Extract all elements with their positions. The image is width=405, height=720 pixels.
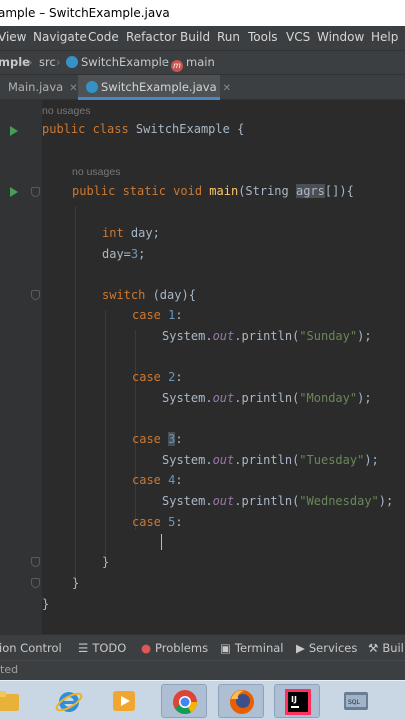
services-icon: ▶ — [296, 641, 305, 655]
breadcrumb-project[interactable]: mple — [0, 55, 30, 69]
firefox-icon — [230, 690, 254, 714]
code-line-println: System.out.println("Sunday"); — [162, 329, 372, 343]
menu-refactor[interactable]: Refactor — [126, 30, 176, 44]
intellij-icon: IJ — [285, 689, 311, 715]
hammer-icon: ⚒ — [368, 641, 379, 655]
close-icon[interactable]: ✕ — [223, 83, 231, 94]
menu-window[interactable]: Window — [317, 30, 364, 44]
text-cursor — [161, 534, 162, 550]
code-line-class: public class SwitchExample { — [42, 122, 245, 136]
status-text: ted — [0, 663, 19, 676]
svg-text:IJ: IJ — [291, 695, 297, 704]
tool-build[interactable]: ⚒ Buil — [368, 641, 404, 655]
code-line-brace: } — [72, 576, 80, 590]
code-line-case: case 5: — [132, 515, 183, 529]
tab-main-java[interactable]: Main.java ✕ — [0, 75, 78, 100]
fold-icon[interactable] — [31, 187, 40, 197]
class-icon — [86, 81, 98, 93]
code-line-println: System.out.println("Monday"); — [162, 391, 372, 405]
chrome-icon — [173, 690, 197, 715]
window-title: ample – SwitchExample.java — [0, 6, 170, 20]
chevron-right-icon: › — [161, 55, 166, 69]
run-icon[interactable] — [10, 126, 18, 136]
indent-guide — [135, 330, 136, 530]
code-line-println: System.out.println("Wednesday"); — [162, 494, 394, 508]
chevron-right-icon: › — [28, 55, 33, 69]
tool-window-bar: ion Control ☰ TODO ● Problems ▣ Terminal ▶ S… — [0, 634, 405, 660]
code-line-assign: day=3; — [102, 247, 146, 261]
menu-build[interactable]: Build — [180, 30, 210, 44]
method-icon: m — [171, 60, 183, 72]
run-icon[interactable] — [10, 187, 18, 197]
code-line-brace: } — [42, 597, 50, 611]
chevron-right-icon: › — [56, 55, 61, 69]
media-player-button[interactable] — [101, 684, 147, 718]
sql-icon: SQL — [344, 692, 368, 710]
code-line-switch: switch (day){ — [102, 288, 196, 302]
indent-guide — [75, 206, 76, 581]
sql-button[interactable]: SQL — [333, 684, 379, 718]
tool-version-control[interactable]: ion Control — [0, 641, 62, 655]
intellij-button[interactable]: IJ — [274, 684, 320, 718]
fold-icon[interactable] — [31, 557, 40, 567]
menu-navigate[interactable]: Navigate — [33, 30, 87, 44]
close-icon[interactable]: ✕ — [69, 83, 77, 94]
code-line-case: case 2: — [132, 370, 183, 384]
tool-todo[interactable]: ☰ TODO — [78, 641, 126, 655]
breadcrumb-src[interactable]: src — [39, 55, 56, 69]
usage-hint[interactable]: no usages — [72, 166, 120, 178]
internet-explorer-button[interactable] — [46, 684, 92, 718]
explorer-icon — [0, 691, 19, 711]
ie-icon — [55, 692, 83, 712]
breadcrumb-method[interactable]: m main — [171, 55, 215, 72]
firefox-button[interactable] — [218, 684, 264, 718]
code-line-case: case 1: — [132, 308, 183, 322]
code-line-case: case 4: — [132, 473, 183, 487]
code-line-main: public static void main(String agrs[]){ — [72, 184, 354, 198]
windows-taskbar: IJ SQL — [0, 680, 405, 720]
list-icon: ☰ — [78, 641, 89, 655]
indent-guide — [105, 310, 106, 560]
media-player-icon — [113, 691, 135, 711]
navigation-bar: mple › src › SwitchExample › m main — [0, 50, 405, 74]
code-editor[interactable]: no usages public class SwitchExample { n… — [42, 100, 405, 634]
menu-bar: View Navigate Code Refactor Build Run To… — [0, 26, 405, 50]
menu-help[interactable]: Help — [371, 30, 398, 44]
code-line-println: System.out.println("Tuesday"); — [162, 453, 379, 467]
tool-terminal[interactable]: ▣ Terminal — [220, 641, 283, 655]
svg-text:SQL: SQL — [348, 699, 361, 706]
fold-icon[interactable] — [31, 290, 40, 300]
menu-code[interactable]: Code — [88, 30, 119, 44]
menu-view[interactable]: View — [0, 30, 26, 44]
error-icon: ● — [141, 641, 152, 655]
code-line-brace: } — [102, 555, 110, 569]
terminal-icon: ▣ — [220, 641, 231, 655]
code-line-case: case 3: — [132, 432, 183, 446]
title-bar: ample – SwitchExample.java — [0, 0, 405, 26]
editor-gutter — [0, 100, 42, 634]
breadcrumb-class[interactable]: SwitchExample — [66, 55, 169, 69]
explorer-button[interactable] — [0, 684, 30, 718]
menu-vcs[interactable]: VCS — [286, 30, 310, 44]
menu-tools[interactable]: Tools — [248, 30, 278, 44]
fold-icon[interactable] — [31, 578, 40, 588]
editor-tabs: Main.java ✕ SwitchExample.java ✕ — [0, 74, 405, 100]
menu-run[interactable]: Run — [217, 30, 240, 44]
tool-services[interactable]: ▶ Services — [296, 641, 357, 655]
status-bar: ted — [0, 660, 405, 680]
chrome-button[interactable] — [161, 684, 207, 718]
code-line-declare: int day; — [102, 226, 160, 240]
class-icon — [66, 56, 78, 68]
tool-problems[interactable]: ● Problems — [141, 641, 208, 655]
usage-hint[interactable]: no usages — [42, 105, 90, 117]
tab-switchexample-java[interactable]: SwitchExample.java ✕ — [78, 75, 231, 100]
